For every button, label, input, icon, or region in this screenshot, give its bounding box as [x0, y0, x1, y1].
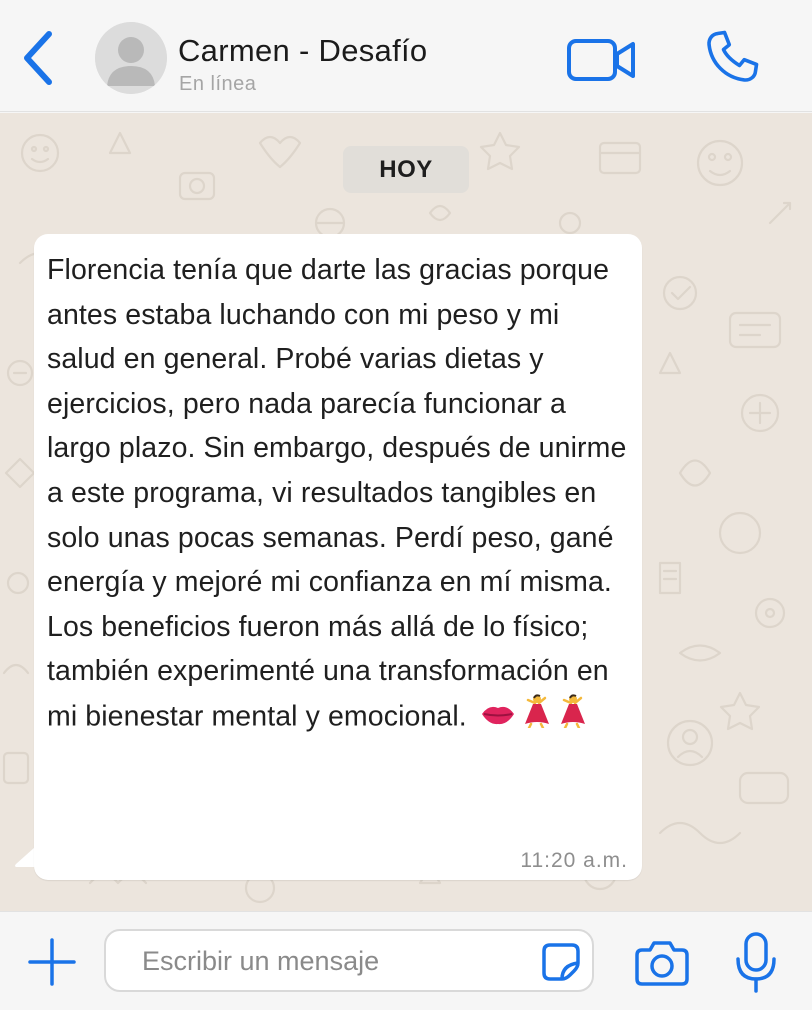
message-input-container[interactable] [104, 929, 594, 992]
camera-icon [635, 941, 689, 986]
message-input[interactable] [142, 939, 522, 983]
plus-icon [28, 938, 76, 986]
chat-area[interactable]: HOY Florencia tenía que darte las gracia… [0, 113, 812, 911]
microphone-button[interactable] [734, 931, 778, 995]
contact-name[interactable]: Carmen - Desafío [178, 33, 427, 69]
person-icon [95, 22, 167, 94]
avatar[interactable] [95, 22, 167, 94]
message-timestamp: 11:20 a.m. [520, 849, 628, 872]
attach-button[interactable] [26, 936, 78, 988]
phone-icon [707, 30, 759, 82]
video-camera-icon [567, 39, 635, 81]
contact-status: En línea [179, 73, 257, 95]
dancer-emoji-icon [521, 694, 551, 742]
message-bubble-incoming[interactable]: Florencia tenía que darte las gracias po… [34, 234, 642, 880]
sticker-button[interactable] [540, 941, 582, 983]
chat-header: Carmen - Desafío En línea [0, 0, 812, 112]
back-button[interactable] [14, 28, 62, 88]
camera-button[interactable] [634, 938, 690, 988]
message-text: Florencia tenía que darte las gracias po… [47, 248, 627, 742]
message-composer [0, 911, 812, 1010]
sticker-icon [542, 943, 580, 981]
video-call-button[interactable] [566, 36, 638, 86]
date-separator: HOY [343, 146, 469, 193]
chevron-left-icon [24, 31, 52, 85]
voice-call-button[interactable] [700, 25, 764, 89]
microphone-icon [736, 932, 776, 993]
message-body: Florencia tenía que darte las gracias po… [47, 254, 627, 733]
lips-emoji-icon [481, 695, 515, 740]
dancer-emoji-icon [557, 694, 587, 742]
